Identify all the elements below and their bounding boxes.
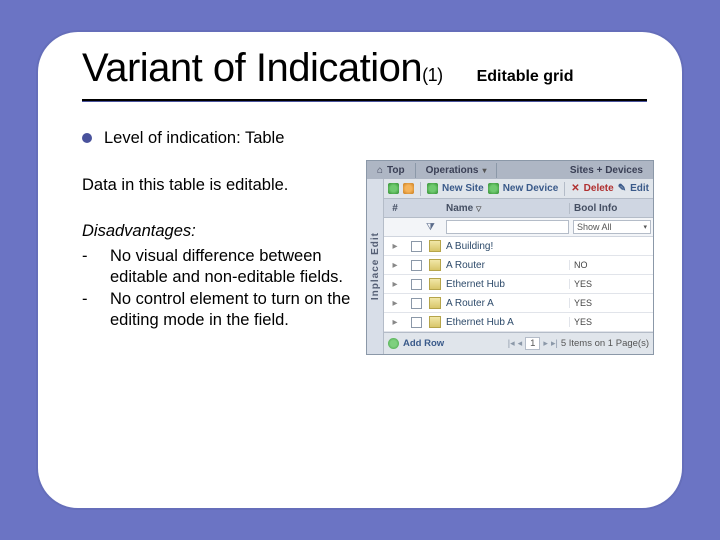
device-icon bbox=[429, 240, 441, 252]
new-device-icon bbox=[488, 183, 499, 194]
disadvantages-block: Disadvantages: - No visual difference be… bbox=[82, 221, 382, 330]
row-expand-icon[interactable]: ▸ bbox=[384, 260, 406, 271]
row-name-cell[interactable]: Ethernet Hub A bbox=[444, 317, 569, 328]
table-row[interactable]: ▸ Ethernet Hub A YES bbox=[384, 313, 653, 332]
row-expand-icon[interactable]: ▸ bbox=[384, 279, 406, 290]
table-row[interactable]: ▸ Ethernet Hub YES bbox=[384, 275, 653, 294]
plus-icon bbox=[388, 338, 399, 349]
tab-operations[interactable]: Operations ▾ bbox=[416, 163, 498, 178]
chevron-down-icon: ▾ bbox=[643, 223, 647, 231]
row-name-cell[interactable]: Ethernet Hub bbox=[444, 279, 569, 290]
chevron-down-icon: ▾ bbox=[482, 166, 486, 175]
table-footer: Add Row |◂ ◂ 1 ▸ ▸| 5 Items on 1 Page(s) bbox=[384, 332, 653, 354]
title-row: Variant of Indication(1) Editable grid bbox=[82, 46, 648, 91]
intro-paragraph: Data in this table is editable. bbox=[82, 175, 382, 196]
col-header-name[interactable]: Name ▽ bbox=[444, 203, 569, 214]
table-row[interactable]: ▸ A Building! bbox=[384, 237, 653, 256]
table-row[interactable]: ▸ A Router A YES bbox=[384, 294, 653, 313]
page-title: Variant of Indication(1) bbox=[82, 46, 443, 91]
row-expand-icon[interactable]: ▸ bbox=[384, 241, 406, 252]
tab-top[interactable]: ⌂ Top bbox=[367, 163, 416, 178]
new-device-button[interactable]: New Device bbox=[503, 183, 559, 194]
title-main: Variant of Indication bbox=[82, 46, 422, 90]
table-row[interactable]: ▸ A Router NO bbox=[384, 256, 653, 275]
row-expand-icon[interactable]: ▸ bbox=[384, 298, 406, 309]
bullet-text: Level of indication: Table bbox=[104, 128, 284, 149]
back-icon[interactable] bbox=[388, 183, 399, 194]
col-header-hash[interactable]: # bbox=[384, 203, 406, 214]
filter-name-input[interactable] bbox=[446, 220, 569, 234]
dash-icon: - bbox=[82, 289, 94, 330]
delete-button[interactable]: Delete bbox=[584, 183, 614, 194]
pager-first-icon[interactable]: |◂ bbox=[508, 338, 515, 349]
screenshot-toolbar: New Site New Device ✕ Delete ✎ Edit bbox=[384, 179, 653, 199]
table-filter-row: ⧩ Show All ▾ bbox=[384, 218, 653, 237]
pager: |◂ ◂ 1 ▸ ▸| 5 Items on 1 Page(s) bbox=[508, 337, 649, 350]
row-bool-cell[interactable]: YES bbox=[569, 317, 653, 327]
row-name-cell[interactable]: A Router A bbox=[444, 298, 569, 309]
pager-page-input[interactable]: 1 bbox=[525, 337, 540, 350]
screenshot-tabbar: ⌂ Top Operations ▾ Sites + Devices bbox=[367, 161, 653, 179]
edit-icon: ✎ bbox=[618, 183, 626, 194]
row-bool-cell[interactable]: NO bbox=[569, 260, 653, 270]
pager-next-icon[interactable]: ▸ bbox=[543, 338, 548, 349]
device-icon bbox=[429, 278, 441, 290]
filter-funnel-icon[interactable]: ⧩ bbox=[426, 222, 444, 233]
col-header-bool[interactable]: Bool Info bbox=[569, 203, 653, 214]
row-checkbox[interactable] bbox=[411, 241, 422, 252]
edit-button[interactable]: Edit bbox=[630, 183, 649, 194]
screenshot-main: Inplace Edit New Site New Device ✕ Delet… bbox=[367, 179, 653, 354]
table-header: # Name ▽ Bool Info bbox=[384, 199, 653, 218]
row-checkbox[interactable] bbox=[411, 279, 422, 290]
new-site-button[interactable]: New Site bbox=[442, 183, 484, 194]
list-item: - No visual difference between editable … bbox=[82, 246, 382, 287]
tab-sites-devices[interactable]: Sites + Devices bbox=[560, 163, 653, 178]
row-name-cell[interactable]: A Router bbox=[444, 260, 569, 271]
home-icon: ⌂ bbox=[377, 165, 383, 176]
device-icon bbox=[429, 297, 441, 309]
row-checkbox[interactable] bbox=[411, 317, 422, 328]
row-checkbox[interactable] bbox=[411, 260, 422, 271]
dash-icon: - bbox=[82, 246, 94, 287]
row-checkbox[interactable] bbox=[411, 298, 422, 309]
row-name-cell[interactable]: A Building! bbox=[444, 241, 569, 252]
row-expand-icon[interactable]: ▸ bbox=[384, 317, 406, 328]
sidebar-label: Inplace Edit bbox=[370, 232, 381, 300]
pager-prev-icon[interactable]: ◂ bbox=[518, 338, 523, 349]
filter-bool-select[interactable]: Show All ▾ bbox=[573, 220, 651, 234]
list-item-text: No visual difference between editable an… bbox=[110, 246, 382, 287]
pager-summary: 5 Items on 1 Page(s) bbox=[561, 338, 649, 349]
list-item: - No control element to turn on the edit… bbox=[82, 289, 382, 330]
separator bbox=[420, 182, 421, 196]
disadvantages-list: - No visual difference between editable … bbox=[82, 246, 382, 331]
add-row-button[interactable]: Add Row bbox=[388, 338, 444, 349]
embedded-screenshot: ⌂ Top Operations ▾ Sites + Devices Inpla… bbox=[366, 160, 654, 355]
screenshot-content: New Site New Device ✕ Delete ✎ Edit # Na… bbox=[384, 179, 653, 354]
device-icon bbox=[429, 316, 441, 328]
disadvantages-heading: Disadvantages: bbox=[82, 221, 382, 242]
title-tag: Editable grid bbox=[477, 68, 574, 86]
sort-indicator-icon: ▽ bbox=[476, 206, 481, 213]
title-underline bbox=[82, 99, 647, 102]
bullet-dot-icon bbox=[82, 133, 92, 143]
title-suffix: (1) bbox=[422, 65, 443, 85]
device-icon bbox=[429, 259, 441, 271]
slide-card: Variant of Indication(1) Editable grid L… bbox=[38, 32, 682, 508]
row-bool-cell[interactable]: YES bbox=[569, 298, 653, 308]
delete-icon: ✕ bbox=[571, 183, 579, 194]
list-item-text: No control element to turn on the editin… bbox=[110, 289, 382, 330]
row-bool-cell[interactable]: YES bbox=[569, 279, 653, 289]
pager-last-icon[interactable]: ▸| bbox=[551, 338, 558, 349]
separator bbox=[564, 182, 565, 196]
bullet-item: Level of indication: Table bbox=[82, 128, 648, 149]
new-site-icon bbox=[427, 183, 438, 194]
refresh-icon[interactable] bbox=[403, 183, 414, 194]
screenshot-sidebar: Inplace Edit bbox=[367, 179, 384, 354]
